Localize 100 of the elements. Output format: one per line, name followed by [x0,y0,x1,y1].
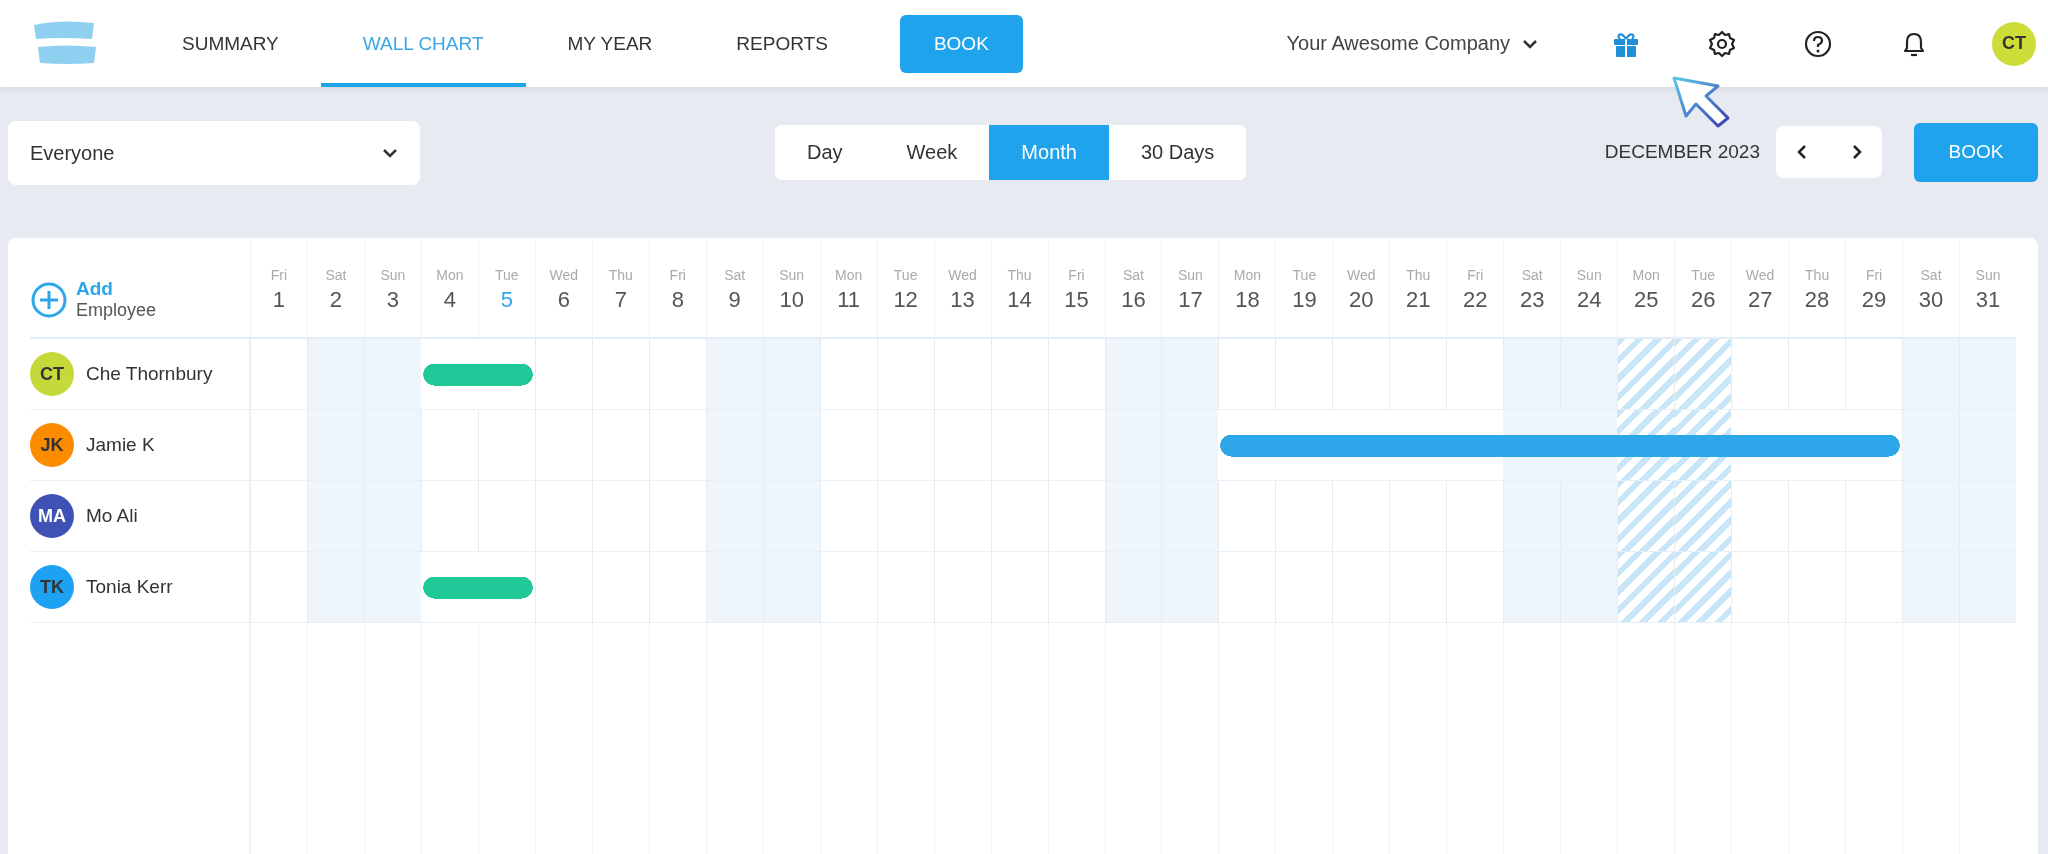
employee-name: Tonia Kerr [86,576,173,598]
day-cell[interactable] [591,339,649,410]
weekday-label: Sat [724,267,746,283]
day-cell[interactable] [1560,552,1618,623]
day-cell[interactable] [1674,552,1732,623]
employee-name: Mo Ali [86,505,138,527]
weekday-label: Sun [779,267,805,283]
date-label: 18 [1235,287,1260,313]
day-cell[interactable] [363,339,421,410]
weekday-label: Tue [495,267,519,283]
date-label: 27 [1747,287,1773,313]
date-label: 20 [1349,287,1374,313]
day-cell[interactable] [1047,339,1105,410]
date-label: 30 [1918,287,1944,313]
day-cell[interactable] [1788,339,1846,410]
weekday-label: Mon [835,267,863,283]
weekday-label: Wed [1347,267,1376,283]
date-label: 14 [1007,287,1032,313]
day-cell[interactable] [1332,339,1390,410]
date-label: 15 [1064,287,1089,313]
date-label: 16 [1121,287,1146,313]
nav-tab[interactable]: SUMMARY [140,0,321,87]
day-cell[interactable] [534,339,592,410]
date-label: 13 [950,287,975,313]
day-cell[interactable] [1617,339,1675,410]
day-cell[interactable] [933,339,991,410]
day-cell[interactable] [1674,481,1732,552]
date-label: 21 [1406,287,1431,313]
date-label: 19 [1292,287,1317,313]
weekday-label: Fri [1865,267,1883,283]
day-cell[interactable] [1560,339,1618,410]
date-label: 8 [671,287,684,313]
date-label: 28 [1804,287,1830,313]
day-cell[interactable] [819,339,877,410]
day-cell[interactable] [1446,339,1504,410]
weekday-label: Sat [1123,267,1144,283]
weekday-label: Sun [1178,267,1203,283]
employee-avatar: TK [30,565,74,609]
date-label: 1 [272,287,286,313]
weekday-label: Mon [1233,267,1262,283]
weekday-label: Tue [1691,267,1715,283]
date-label: 11 [837,287,861,313]
date-label: 5 [500,287,513,313]
day-cell[interactable] [1731,552,1789,623]
help-icon[interactable] [1803,28,1833,59]
weekday-label: Thu [1805,267,1830,283]
date-label: 17 [1178,287,1203,313]
settings-icon[interactable] [1707,28,1737,59]
day-cell[interactable] [534,552,592,623]
employee-filter-dropdown[interactable]: Everyone [8,121,420,185]
date-label: 7 [614,287,627,313]
day-cell[interactable] [876,339,934,410]
date-label: 9 [728,287,741,313]
employee-avatar: CT [30,352,74,396]
weekday-label: Mon [436,267,464,283]
employee-avatar: JK [30,423,74,467]
weekday-label: Fri [1068,267,1085,283]
day-cell[interactable] [1389,339,1447,410]
chevron-down-icon [382,148,398,158]
weekday-label: Sat [1521,267,1543,283]
day-cell[interactable] [648,339,706,410]
date-label: 2 [329,287,343,313]
date-label: 4 [443,287,456,313]
user-avatar[interactable]: CT [1992,21,2036,66]
day-cell[interactable] [1161,339,1219,410]
add-icon[interactable] [30,280,68,319]
day-cell[interactable] [1845,339,1903,410]
company-selector[interactable]: Your Awesome Company [1286,32,1538,55]
day-cell[interactable] [306,339,364,410]
day-cell[interactable] [1674,339,1732,410]
day-cell[interactable] [762,339,820,410]
day-cell[interactable] [705,339,763,410]
day-cell[interactable] [1503,339,1561,410]
day-cell[interactable] [990,339,1048,410]
day-cell[interactable] [1560,481,1618,552]
day-cell[interactable] [1161,410,1219,481]
day-cell[interactable] [1617,481,1675,552]
employee-name: Jamie K [86,434,155,456]
weekday-label: Sun [380,267,406,283]
weekday-label: Wed [1745,267,1775,283]
nav-tab[interactable]: REPORTS [694,0,870,87]
date-label: 3 [386,287,400,313]
day-cell[interactable] [1617,552,1675,623]
day-cell[interactable] [1959,339,2016,410]
weekday-label: Sun [1975,267,2001,283]
booked-day-cell[interactable] [1560,410,1618,481]
day-cell[interactable] [1902,339,1960,410]
date-label: 25 [1633,287,1659,313]
day-cell[interactable] [1731,481,1789,552]
day-cell[interactable] [1731,339,1789,410]
day-cell[interactable] [1104,339,1162,410]
day-cell[interactable] [1275,339,1333,410]
weekday-label: Wed [948,267,977,283]
date-label: 22 [1463,287,1488,313]
nav-tab[interactable]: MY YEAR [525,0,695,87]
day-cell[interactable] [1218,339,1276,410]
weekday-label: Sat [325,267,347,283]
booked-day-cell[interactable] [1503,410,1561,481]
booked-day-cell[interactable] [1617,410,1675,481]
day-cell[interactable] [250,339,307,410]
